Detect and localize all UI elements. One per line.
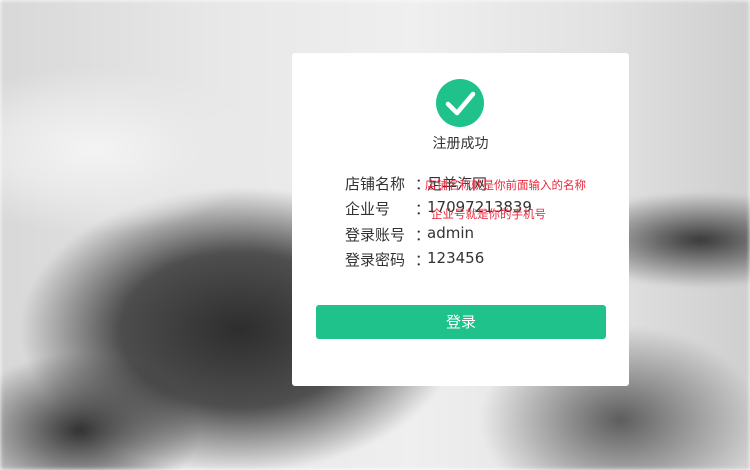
info-label: 店铺名称 [345,175,406,193]
info-label: 登录密码 [345,251,406,269]
success-check-icon [436,79,484,127]
company-no-annotation: 企业号就是你的手机号 [431,207,546,221]
info-label: 企业号 [345,200,391,218]
registration-success-card: 注册成功 店铺名称 ： 足羊汽网 企业号 ： 17097213839 登录账号 … [292,53,629,386]
login-button[interactable]: 登录 [316,305,606,339]
info-value: admin [427,224,474,242]
store-name-annotation: 店铺名称就是你前面输入的名称 [425,178,586,192]
status-text: 注册成功 [432,136,489,152]
info-value: 123456 [427,249,485,267]
info-label: 登录账号 [345,226,406,244]
